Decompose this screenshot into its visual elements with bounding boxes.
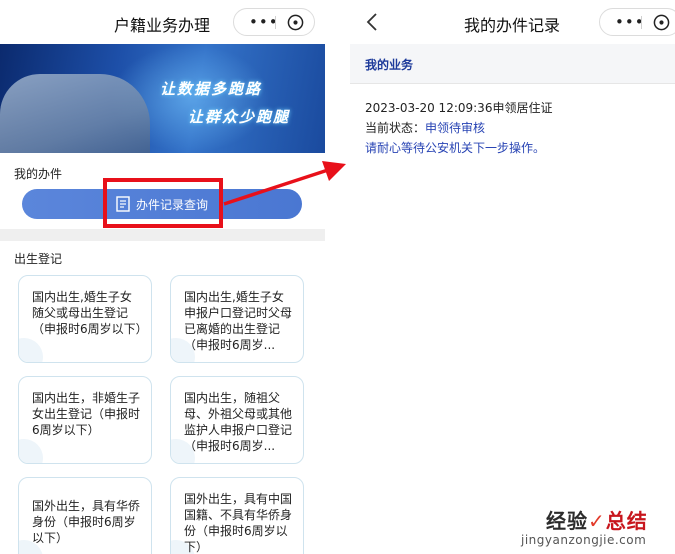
page-title: 我的办件记录 bbox=[464, 16, 561, 35]
service-card-text: 国内出生，非婚生子女出生登记（申报时6周岁以下） bbox=[32, 391, 141, 437]
service-card[interactable]: 国内出生,婚生子女申报户口登记时父母已离婚的出生登记（申报时6周岁... bbox=[170, 275, 304, 363]
record-status: 当前状态：申领待审核 bbox=[365, 119, 485, 136]
card-decoration bbox=[19, 338, 43, 362]
close-icon[interactable] bbox=[653, 14, 670, 31]
status-value: 申领待审核 bbox=[425, 121, 486, 135]
highlight-box bbox=[103, 178, 223, 228]
mini-program-capsule: ••• bbox=[599, 8, 675, 36]
my-records-screen: 我的办件记录 ••• 我的业务 2023-03-20 12:09:36申领居住证… bbox=[350, 0, 675, 554]
capsule-divider bbox=[275, 16, 276, 29]
service-card-text: 国内出生,婚生子女申报户口登记时父母已离婚的出生登记（申报时6周岁... bbox=[184, 290, 293, 352]
promo-banner: 让数据多跑路 让群众少跑腿 bbox=[0, 44, 325, 153]
service-card[interactable]: 国内出生，随祖父母、外祖父母或其他监护人申报户口登记（申报时6周岁... bbox=[170, 376, 304, 464]
watermark-logo: 经验✓总结 bbox=[546, 509, 648, 533]
close-icon[interactable] bbox=[287, 14, 304, 31]
banner-slogan-2: 让群众少跑腿 bbox=[188, 108, 291, 126]
service-card[interactable]: 国内出生，非婚生子女出生登记（申报时6周岁以下） bbox=[18, 376, 152, 464]
back-icon[interactable] bbox=[366, 12, 378, 32]
record-datetime-type: 2023-03-20 12:09:36申领居住证 bbox=[365, 101, 553, 115]
service-card-text: 国外出生，具有中国国籍、不具有华侨身份（申报时6周岁以下） bbox=[184, 492, 293, 554]
page-title: 户籍业务办理 bbox=[114, 16, 211, 35]
my-business-title: 我的业务 bbox=[365, 58, 414, 72]
mini-program-capsule: ••• bbox=[233, 8, 315, 36]
household-registration-screen: 户籍业务办理 ••• 让数据多跑路 让群众少跑腿 我的办件 办件记录查询 出生登… bbox=[0, 0, 325, 554]
section-divider bbox=[0, 229, 325, 241]
watermark-url: jingyanzongjie.com bbox=[521, 533, 647, 547]
banner-slogan-1: 让数据多跑路 bbox=[160, 80, 263, 98]
left-nav-bar: 户籍业务办理 ••• bbox=[0, 0, 325, 44]
banner-hand-graphic bbox=[0, 74, 150, 153]
record-note: 请耐心等待公安机关下一步操作。 bbox=[365, 141, 546, 155]
service-card-text: 国内出生，随祖父母、外祖父母或其他监护人申报户口登记（申报时6周岁... bbox=[184, 391, 293, 453]
status-label: 当前状态： bbox=[365, 121, 426, 135]
my-business-bar: 我的业务 bbox=[350, 44, 675, 84]
card-decoration bbox=[19, 439, 43, 463]
capsule-divider bbox=[641, 16, 642, 29]
service-card[interactable]: 国内出生,婚生子女随父或母出生登记（申报时6周岁以下） bbox=[18, 275, 152, 363]
birth-registration-section-title: 出生登记 bbox=[14, 252, 63, 266]
service-card[interactable]: 国外出生，具有华侨身份（申报时6周岁以下） bbox=[18, 477, 152, 554]
service-card[interactable]: 国外出生，具有中国国籍、不具有华侨身份（申报时6周岁以下） bbox=[170, 477, 304, 554]
my-items-section-title: 我的办件 bbox=[14, 167, 63, 181]
service-card-text: 国内出生,婚生子女随父或母出生登记（申报时6周岁以下） bbox=[32, 290, 148, 336]
service-card-text: 国外出生，具有华侨身份（申报时6周岁以下） bbox=[32, 499, 141, 545]
